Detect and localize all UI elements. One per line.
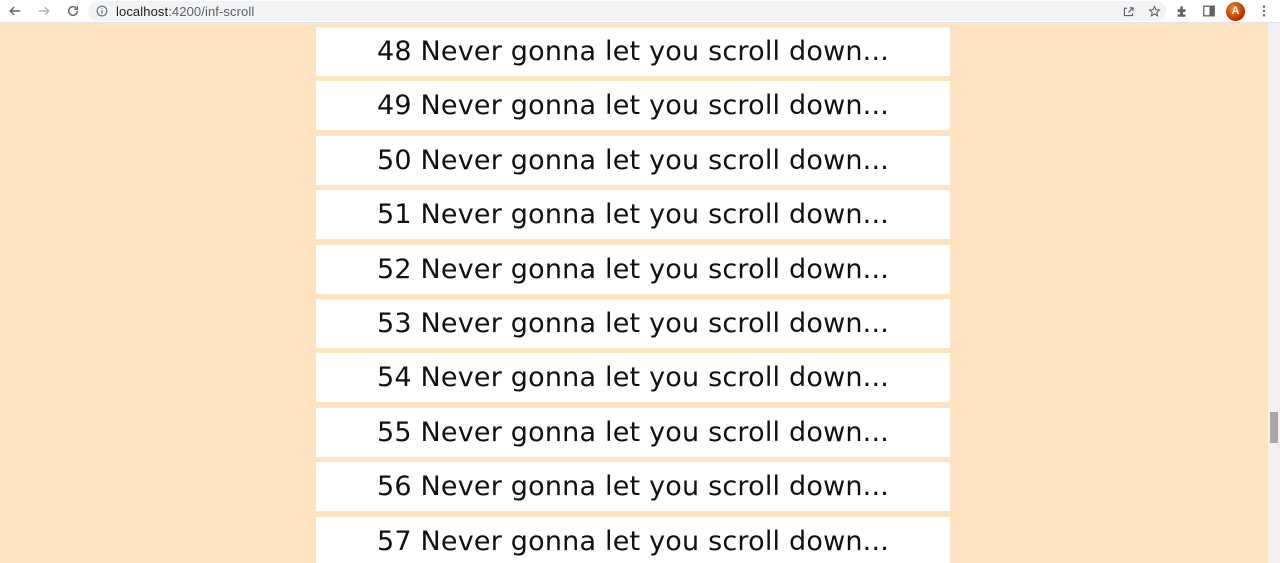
- list-item: 52 Never gonna let you scroll down...: [316, 244, 950, 294]
- infinite-scroll-list[interactable]: 48 Never gonna let you scroll down... 49…: [316, 27, 950, 563]
- share-icon[interactable]: [1120, 3, 1136, 19]
- back-button[interactable]: [5, 1, 25, 21]
- bookmark-star-icon[interactable]: [1146, 3, 1162, 19]
- scrollbar-thumb[interactable]: [1270, 412, 1278, 443]
- browser-toolbar: localhost:4200/inf-scroll A: [0, 0, 1280, 23]
- side-panel-icon[interactable]: [1199, 1, 1219, 21]
- url-text: localhost:4200/inf-scroll: [116, 4, 254, 19]
- page-viewport: 48 Never gonna let you scroll down... 49…: [0, 23, 1268, 563]
- back-icon: [9, 6, 21, 16]
- list-item: 57 Never gonna let you scroll down...: [316, 516, 950, 563]
- vertical-scrollbar[interactable]: [1268, 23, 1280, 563]
- address-bar[interactable]: localhost:4200/inf-scroll: [88, 1, 1166, 21]
- forward-icon: [38, 6, 50, 16]
- reload-icon: [67, 5, 79, 17]
- url-host: localhost: [116, 3, 169, 19]
- list-item: 48 Never gonna let you scroll down...: [316, 27, 950, 76]
- profile-avatar[interactable]: A: [1226, 1, 1245, 21]
- url-path: :4200/inf-scroll: [168, 3, 255, 19]
- extensions-icon[interactable]: [1172, 1, 1192, 21]
- list-item: 49 Never gonna let you scroll down...: [316, 81, 950, 131]
- list-item: 56 Never gonna let you scroll down...: [316, 462, 950, 512]
- menu-kebab-icon[interactable]: [1254, 1, 1274, 21]
- forward-button[interactable]: [34, 1, 54, 21]
- list-item: 50 Never gonna let you scroll down...: [316, 135, 950, 185]
- list-item: 51 Never gonna let you scroll down...: [316, 190, 950, 240]
- reload-button[interactable]: [63, 1, 83, 21]
- list-item: 55 Never gonna let you scroll down...: [316, 407, 950, 457]
- info-icon[interactable]: [96, 5, 108, 17]
- list-item: 53 Never gonna let you scroll down...: [316, 298, 950, 348]
- list-item: 54 Never gonna let you scroll down...: [316, 353, 950, 403]
